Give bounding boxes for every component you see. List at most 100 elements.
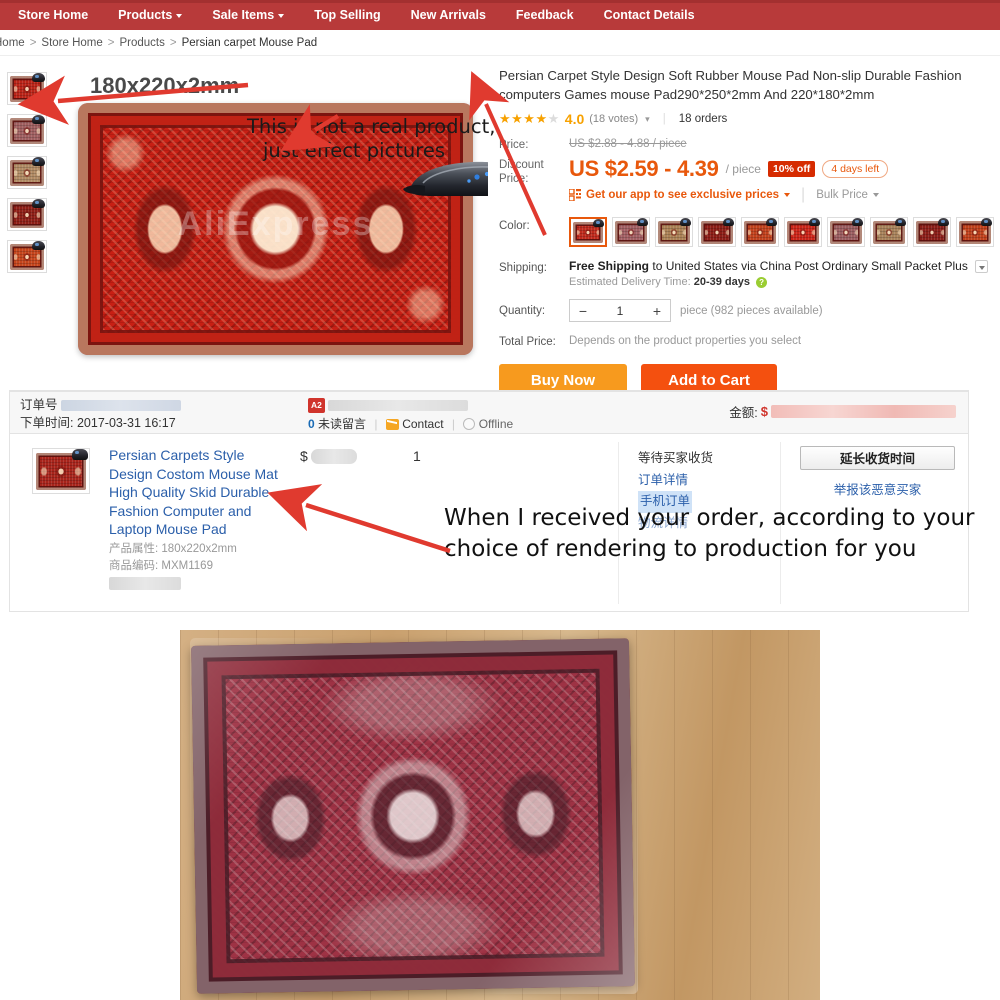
color-swatch-1[interactable]: [569, 216, 607, 247]
shipping-destination-text: to United States via China Post Ordinary…: [652, 258, 968, 273]
nav-item-products[interactable]: Products: [118, 8, 183, 22]
nav-item-sale-items[interactable]: Sale Items: [212, 8, 285, 22]
mouse-icon: [32, 199, 45, 208]
shipping-free-text: Free Shipping: [569, 258, 650, 273]
contact-link[interactable]: Contact: [402, 417, 443, 431]
nav-label: New Arrivals: [410, 8, 486, 22]
quantity-increment-button[interactable]: +: [644, 303, 670, 319]
contact-row: 0 未读留言 | Contact | Offline: [308, 415, 513, 434]
order-detail-link[interactable]: 订单详情: [638, 470, 713, 492]
mail-icon[interactable]: [385, 418, 399, 430]
color-swatch-7[interactable]: [827, 216, 865, 247]
mouse-icon: [32, 73, 45, 82]
nav-item-top-selling[interactable]: Top Selling: [314, 8, 380, 22]
main-product-image[interactable]: 180x220x2mm AliExpress: [58, 65, 488, 383]
order-item-price: $: [300, 448, 357, 464]
order-header-middle: A2 0 未读留言 | Contact | Offline: [308, 396, 513, 433]
color-swatch-9[interactable]: [913, 216, 951, 247]
product-title: Persian Carpet Style Design Soft Rubber …: [499, 68, 962, 102]
bulk-price-label: Bulk Price: [816, 188, 868, 201]
edt-value: 20-39 days: [693, 276, 750, 289]
color-swatch-5[interactable]: [741, 216, 779, 247]
app-promo-line[interactable]: Get our app to see exclusive prices | Bu…: [569, 186, 888, 204]
help-icon[interactable]: ?: [756, 276, 768, 288]
mouse-icon: [723, 217, 734, 226]
thumbnail-3[interactable]: [7, 156, 47, 189]
color-swatch-6[interactable]: [784, 216, 822, 247]
nav-label: Contact Details: [603, 8, 695, 22]
size-overlay-label: 180x220x2mm: [90, 73, 240, 98]
mouse-icon: [32, 115, 45, 124]
mouse-icon: [852, 217, 863, 226]
mouse-icon: [809, 217, 820, 226]
breadcrumb-current: Persian carpet Mouse Pad: [181, 36, 318, 49]
chevron-down-icon: [176, 14, 183, 18]
qr-code-icon: [569, 188, 581, 201]
offline-label: Offline: [478, 416, 514, 431]
nav-item-new-arrivals[interactable]: New Arrivals: [411, 8, 486, 22]
price-label: Price:: [499, 139, 529, 152]
sku-value: MXM1169: [161, 560, 213, 572]
buyer-name-redacted: [328, 400, 469, 412]
order-time-label: 下单时间:: [20, 416, 74, 431]
thumbnail-1[interactable]: [7, 72, 47, 105]
mouse-icon: [938, 217, 949, 226]
breadcrumb-separator: >: [169, 36, 177, 49]
color-swatch-2[interactable]: [612, 216, 650, 247]
shipping-method[interactable]: Free Shipping to United States via China…: [569, 258, 989, 274]
discount-label-line2: Price:: [499, 173, 529, 186]
nav-label: Top Selling: [314, 8, 381, 22]
discount-badge: 10% off: [767, 160, 816, 177]
breadcrumb-store-home[interactable]: Store Home: [41, 37, 102, 49]
mouse-icon: [32, 241, 45, 250]
rating-value: 4.0: [564, 111, 585, 128]
nav-label: Products: [118, 8, 173, 22]
chevron-down-icon: [278, 14, 285, 18]
quantity-stepper[interactable]: − 1 +: [569, 299, 671, 323]
orders-count[interactable]: 18 orders: [679, 113, 728, 125]
quantity-input[interactable]: 1: [596, 304, 644, 318]
shipping-select-dropdown[interactable]: [975, 260, 989, 274]
nav-item-feedback[interactable]: Feedback: [516, 8, 574, 22]
amount-label: 金额:: [729, 406, 758, 420]
nav-item-contact-details[interactable]: Contact Details: [604, 8, 695, 22]
breadcrumb-products[interactable]: Products: [119, 37, 164, 49]
star-rating-icon: ★★★★★: [499, 111, 560, 127]
unread-label[interactable]: 未读留言: [318, 417, 366, 431]
chevron-down-icon: [784, 192, 791, 197]
thumbnail-5[interactable]: [7, 240, 47, 273]
nav-label: Feedback: [515, 8, 574, 22]
nav-item-store-home[interactable]: Store Home: [18, 8, 88, 22]
order-number-row: 订单号: [20, 396, 181, 414]
breadcrumb-separator: >: [107, 36, 115, 49]
chevron-down-icon[interactable]: ▾: [645, 114, 650, 125]
thumbnail-2[interactable]: [7, 114, 47, 147]
votes-count: (18 votes): [589, 113, 639, 126]
extend-receipt-time-button[interactable]: 延长收货时间: [800, 446, 955, 470]
color-swatch-10[interactable]: [956, 216, 994, 247]
order-item-thumbnail[interactable]: [32, 448, 90, 494]
discount-price-row: Discount Price: US $2.59 - 4.39 / piece …: [499, 156, 996, 204]
report-malicious-buyer-link[interactable]: 举报该恶意买家: [800, 479, 955, 498]
thumbnail-4[interactable]: [7, 198, 47, 231]
currency-symbol: $: [760, 404, 768, 419]
order-panel: 订单号 下单时间: 2017-03-31 16:17 A2 0 未读留言 | C…: [9, 390, 969, 612]
mouse-icon: [895, 217, 906, 226]
color-swatch-3[interactable]: [655, 216, 693, 247]
color-swatch-4[interactable]: [698, 216, 736, 247]
annotation-order-note: When I received your order, according to…: [444, 505, 975, 562]
order-item-sku: 商品编码: MXM1169: [109, 557, 213, 573]
order-item-quantity: 1: [413, 448, 421, 464]
discount-price-line: US $2.59 - 4.39 / piece 10% off 4 days l…: [569, 156, 889, 182]
offline-status-icon: [463, 418, 476, 431]
attribute-label: 产品属性:: [109, 543, 159, 555]
app-promo-text: Get our app to see exclusive prices: [586, 188, 780, 201]
quantity-decrement-button[interactable]: −: [570, 303, 596, 319]
color-swatch-8[interactable]: [870, 216, 908, 247]
breadcrumb-home[interactable]: Home: [0, 37, 25, 49]
shipping-row: Shipping: Free Shipping to United States…: [499, 259, 996, 288]
order-amount: 金额: $: [729, 402, 956, 421]
order-action-block: 延长收货时间 举报该恶意买家: [800, 446, 955, 498]
color-label: Color:: [499, 219, 530, 232]
order-item-title[interactable]: Persian Carpets Style Design Costom Mous…: [109, 446, 289, 539]
